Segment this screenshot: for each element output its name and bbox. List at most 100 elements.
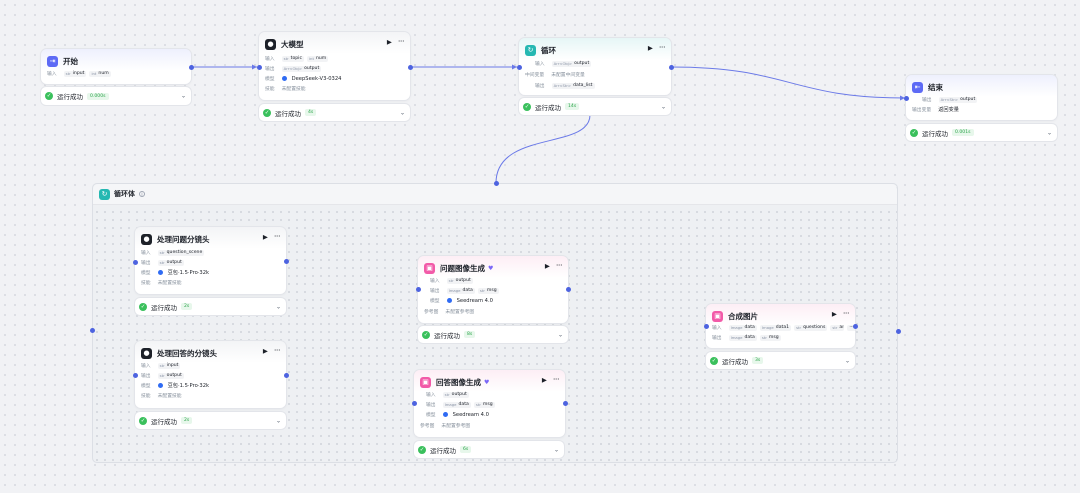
node-end[interactable]: ⇤ 结束 输出 Arr<Str> output 输出变量 返回变量 xyxy=(906,75,1057,120)
output-port[interactable] xyxy=(668,64,674,70)
run-button[interactable]: ▶ xyxy=(387,38,392,46)
status-bar[interactable]: ✓ 运行成功 3s ⌄ xyxy=(706,352,855,369)
loop-icon: ↻ xyxy=(525,44,536,56)
output-var-row: 输出变量 返回变量 xyxy=(912,107,959,113)
node-answer-scene[interactable]: ● 处理回答的分镜头 ▶ ··· 输入 str input 输出 str output… xyxy=(135,341,286,408)
output-row: 输出 str output xyxy=(141,259,184,266)
loop-body-top-port[interactable] xyxy=(493,180,499,186)
run-button[interactable]: ▶ xyxy=(542,376,547,384)
run-button[interactable]: ▶ xyxy=(263,233,268,241)
info-icon[interactable]: i xyxy=(139,191,145,198)
output-row: 输出 Image data str msg xyxy=(712,334,781,341)
edge-loop-end xyxy=(670,66,906,99)
model-logo-icon xyxy=(446,298,452,303)
more-icon[interactable]: ··· xyxy=(843,310,850,318)
input-row: 输入 Image data Image data1 str questions str… xyxy=(712,324,855,331)
favorite-icon: ♥ xyxy=(488,264,494,272)
run-button[interactable]: ▶ xyxy=(263,347,268,355)
run-button[interactable]: ▶ xyxy=(545,262,550,270)
node-start[interactable]: ⇥ 开始 输入 str input int num xyxy=(41,49,191,84)
input-port[interactable] xyxy=(132,372,138,378)
end-icon: ⇤ xyxy=(912,81,923,93)
skill-row: 技能 未配置技能 xyxy=(141,281,182,286)
input-port[interactable] xyxy=(256,64,262,70)
model-logo-icon xyxy=(442,412,448,417)
chevron-down-icon[interactable]: ⌄ xyxy=(554,446,559,453)
ref-row: 参考图 未配置参考图 xyxy=(424,310,475,315)
status-bar[interactable]: ✓ 运行成功 4s ⌄ xyxy=(259,104,410,121)
status-bar[interactable]: ✓ 运行成功 0.000s ⌄ xyxy=(41,87,191,105)
input-row: 输入 str topic int num xyxy=(265,55,329,62)
chevron-down-icon[interactable]: ⌄ xyxy=(276,303,281,310)
model-row: 模型 Seedream 4.0 xyxy=(430,297,493,305)
chevron-down-icon[interactable]: ⌄ xyxy=(276,417,281,424)
input-port[interactable] xyxy=(411,400,417,406)
status-bar[interactable]: ✓ 运行成功 2s ⌄ xyxy=(135,298,286,315)
param-tag: str output xyxy=(157,372,184,379)
output-port[interactable] xyxy=(407,64,413,70)
chevron-down-icon[interactable]: ⌄ xyxy=(1047,129,1052,136)
chevron-down-icon[interactable]: ⌄ xyxy=(845,357,850,364)
model-row: 模型 豆包·1.5·Pro·32k xyxy=(141,383,210,389)
param-tag: stranswers xyxy=(830,324,845,331)
input-row: 输入 str input int num xyxy=(47,70,111,77)
param-tag: str msg xyxy=(473,401,495,408)
chevron-down-icon[interactable]: ⌄ xyxy=(661,103,666,110)
output-port[interactable] xyxy=(283,372,289,378)
input-port[interactable] xyxy=(703,323,709,329)
input-port[interactable] xyxy=(132,259,138,265)
node-loop[interactable]: ↻ 循环 ▶ ··· 输入 Arr<Obj> output 中间变量 未配置中间变量… xyxy=(519,38,671,95)
param-tag: str msg xyxy=(477,287,499,294)
success-icon: ✓ xyxy=(910,128,918,137)
model-logo-icon xyxy=(157,383,163,388)
more-icon[interactable]: ··· xyxy=(274,233,281,241)
image-icon: ▣ xyxy=(712,310,723,322)
status-bar[interactable]: ✓ 运行成功 8s ⌄ xyxy=(418,326,568,343)
output-row: 输出 Image data str msg xyxy=(430,287,499,294)
param-tag: str msg xyxy=(759,334,781,341)
node-llm[interactable]: ● 大模型 ▶ ··· 输入 str topic int num 输出 Arr<Obj… xyxy=(259,32,410,100)
input-port[interactable] xyxy=(415,286,421,292)
node-compose-image[interactable]: ▣ 合成图片 ▶ ··· 输入 Image data Image data1 str q… xyxy=(706,304,855,348)
status-bar[interactable]: ✓ 运行成功 0.001s ⌄ xyxy=(906,124,1057,141)
status-bar[interactable]: ✓ 运行成功 6s ⌄ xyxy=(414,441,564,458)
model-icon: ● xyxy=(265,38,276,50)
status-bar[interactable]: ✓ 运行成功 2s ⌄ xyxy=(135,412,286,429)
output-row: 输出 Image data str msg xyxy=(426,401,495,408)
loop-body-in-port[interactable] xyxy=(89,327,95,333)
more-icon[interactable]: ··· xyxy=(553,376,560,384)
param-tag: Image data xyxy=(446,287,475,294)
chevron-down-icon[interactable]: ⌄ xyxy=(558,331,563,338)
input-row: 输入 str question_scene xyxy=(141,249,205,256)
output-port[interactable] xyxy=(852,323,858,329)
chevron-down-icon[interactable]: ⌄ xyxy=(400,109,405,116)
input-port[interactable] xyxy=(516,64,522,70)
output-port[interactable] xyxy=(562,400,568,406)
model-logo-icon xyxy=(281,76,287,81)
more-icon[interactable]: ··· xyxy=(556,262,563,270)
loop-body-out-port[interactable] xyxy=(895,328,901,334)
run-button[interactable]: ▶ xyxy=(832,310,837,318)
output-port[interactable] xyxy=(188,64,194,70)
more-icon[interactable]: ··· xyxy=(274,347,281,355)
param-tag: str question_scene xyxy=(157,249,205,256)
node-question-scene[interactable]: ● 处理问题分镜头 ▶ ··· 输入 str question_scene 输出 s… xyxy=(135,227,286,294)
status-bar[interactable]: ✓ 运行成功 14s ⌄ xyxy=(519,98,671,115)
param-tag: str output xyxy=(157,259,184,266)
node-answer-image[interactable]: ▣ 回答图像生成 ♥ ▶ ··· 输入 str output 输出 Image dat… xyxy=(414,370,565,437)
more-icon[interactable]: ··· xyxy=(398,38,405,46)
chevron-down-icon[interactable]: ⌄ xyxy=(181,93,186,100)
input-port[interactable] xyxy=(903,95,909,101)
success-icon: ✓ xyxy=(139,302,147,311)
param-tag: Arr<Str> data_list xyxy=(551,82,595,89)
param-tag: str input xyxy=(63,70,87,77)
intermediate-row: 中间变量 未配置中间变量 xyxy=(525,73,585,78)
output-port[interactable] xyxy=(283,258,289,264)
more-icon[interactable]: ··· xyxy=(659,44,666,52)
output-port[interactable] xyxy=(565,286,571,292)
input-row: 输入 str output xyxy=(430,277,473,284)
node-question-image[interactable]: ▣ 问题图像生成 ♥ ▶ ··· 输入 str output 输出 Image dat… xyxy=(418,256,568,323)
run-button[interactable]: ▶ xyxy=(648,44,653,52)
duration-badge: 0.000s xyxy=(87,92,109,100)
param-tag: str output xyxy=(442,391,469,398)
